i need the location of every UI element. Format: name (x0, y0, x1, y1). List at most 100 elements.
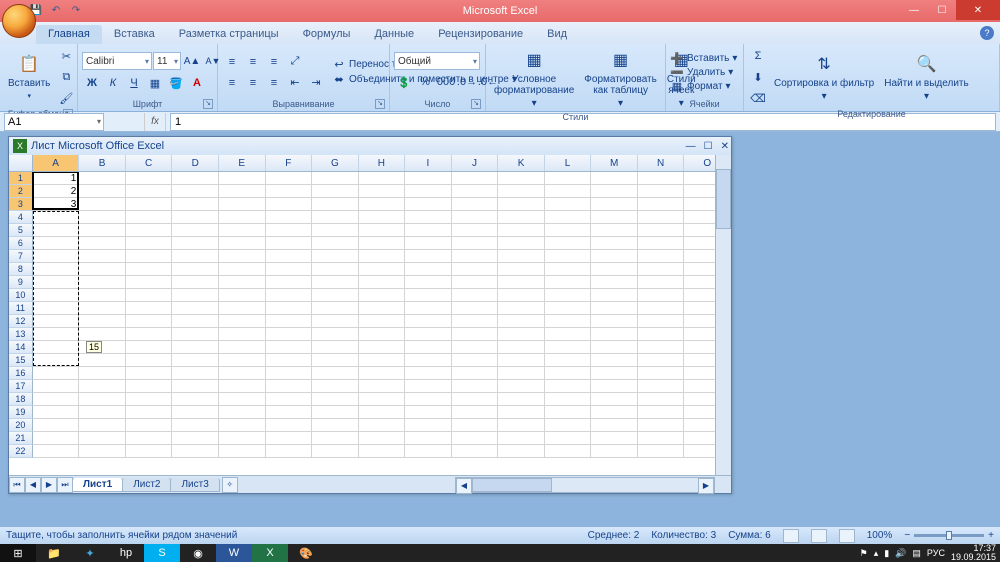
cell[interactable] (452, 380, 499, 393)
cell[interactable] (33, 354, 80, 367)
cell[interactable] (312, 354, 359, 367)
cell[interactable] (126, 263, 173, 276)
paste-button[interactable]: 📋 Вставить▾ (4, 50, 54, 104)
cell[interactable] (359, 289, 406, 302)
format-as-table-button[interactable]: ▦Форматировать как таблицу▾ (580, 46, 661, 111)
cell[interactable] (266, 211, 313, 224)
cell[interactable] (219, 198, 266, 211)
cell[interactable] (79, 237, 126, 250)
cut-icon[interactable]: ✂ (56, 46, 76, 66)
cell[interactable] (638, 445, 685, 458)
column-header[interactable]: M (591, 155, 638, 171)
taskbar-app1-icon[interactable]: ✦ (72, 544, 108, 562)
column-header[interactable]: G (312, 155, 359, 171)
cell[interactable] (638, 211, 685, 224)
cell[interactable] (545, 250, 592, 263)
row-header[interactable]: 21 (9, 432, 33, 445)
row-header[interactable]: 5 (9, 224, 33, 237)
cell[interactable] (452, 185, 499, 198)
cell[interactable] (638, 224, 685, 237)
cell[interactable] (591, 198, 638, 211)
taskbar-explorer-icon[interactable]: 📁 (36, 544, 72, 562)
row-header[interactable]: 9 (9, 276, 33, 289)
cell[interactable] (219, 393, 266, 406)
cell[interactable] (545, 341, 592, 354)
cell[interactable] (405, 315, 452, 328)
cell[interactable] (591, 380, 638, 393)
cell[interactable] (638, 354, 685, 367)
row-header[interactable]: 6 (9, 237, 33, 250)
cell[interactable] (172, 328, 219, 341)
cell[interactable] (452, 198, 499, 211)
sheet-nav-next-icon[interactable]: ▶ (41, 477, 57, 493)
cell[interactable] (405, 367, 452, 380)
cell[interactable] (638, 328, 685, 341)
cell[interactable] (405, 393, 452, 406)
cell[interactable] (79, 406, 126, 419)
clear-icon[interactable]: ⌫ (748, 88, 768, 108)
cell[interactable] (266, 250, 313, 263)
cell[interactable] (359, 328, 406, 341)
cell[interactable] (266, 367, 313, 380)
cell[interactable] (545, 380, 592, 393)
cell[interactable] (312, 432, 359, 445)
cell[interactable] (405, 445, 452, 458)
cell[interactable] (452, 276, 499, 289)
cell[interactable] (359, 380, 406, 393)
cell[interactable] (79, 289, 126, 302)
cell[interactable] (591, 185, 638, 198)
cell[interactable] (498, 419, 545, 432)
cell[interactable] (219, 237, 266, 250)
cell[interactable] (33, 393, 80, 406)
row-header[interactable]: 10 (9, 289, 33, 302)
fill-icon[interactable]: ⬇ (748, 67, 768, 87)
cell[interactable] (498, 341, 545, 354)
cell[interactable] (266, 445, 313, 458)
sheet-tab[interactable]: Лист1 (72, 478, 123, 492)
cell[interactable] (79, 419, 126, 432)
cell[interactable] (545, 289, 592, 302)
cell[interactable] (545, 406, 592, 419)
doc-restore-icon[interactable]: ☐ (704, 141, 713, 152)
zoom-slider[interactable]: − + (904, 530, 994, 541)
autosum-icon[interactable]: Σ (748, 46, 768, 66)
cell[interactable] (638, 406, 685, 419)
cell[interactable] (452, 211, 499, 224)
cell[interactable] (359, 367, 406, 380)
cell[interactable] (405, 380, 452, 393)
cell[interactable] (359, 250, 406, 263)
cell[interactable] (498, 302, 545, 315)
hscroll-right-icon[interactable]: ▶ (698, 478, 714, 494)
cell[interactable] (545, 419, 592, 432)
tray-volume-icon[interactable]: 🔊 (895, 548, 906, 559)
office-button[interactable] (2, 4, 36, 38)
cell[interactable] (312, 315, 359, 328)
cell[interactable] (312, 367, 359, 380)
tray-flag-icon[interactable]: ⚑ (860, 548, 868, 559)
cell[interactable] (405, 198, 452, 211)
cell[interactable] (33, 237, 80, 250)
cell[interactable] (591, 224, 638, 237)
cell[interactable] (498, 445, 545, 458)
cell[interactable] (359, 172, 406, 185)
cell[interactable] (545, 367, 592, 380)
cell[interactable] (545, 224, 592, 237)
taskbar-chrome-icon[interactable]: ◉ (180, 544, 216, 562)
cell[interactable] (405, 354, 452, 367)
cell[interactable] (219, 328, 266, 341)
cell[interactable] (172, 315, 219, 328)
cell[interactable] (405, 289, 452, 302)
sheet-tab[interactable]: Лист2 (122, 478, 171, 492)
cell[interactable] (405, 237, 452, 250)
cell[interactable] (638, 289, 685, 302)
cell[interactable] (126, 302, 173, 315)
column-header[interactable]: E (219, 155, 266, 171)
tray-network-icon[interactable]: ▮ (884, 548, 889, 559)
cell[interactable]: 3 (33, 198, 80, 211)
increase-decimal-icon[interactable]: .0→ (457, 72, 477, 92)
cell[interactable] (79, 445, 126, 458)
cell[interactable] (591, 341, 638, 354)
cell[interactable] (126, 432, 173, 445)
cell[interactable] (498, 393, 545, 406)
cell[interactable] (126, 211, 173, 224)
